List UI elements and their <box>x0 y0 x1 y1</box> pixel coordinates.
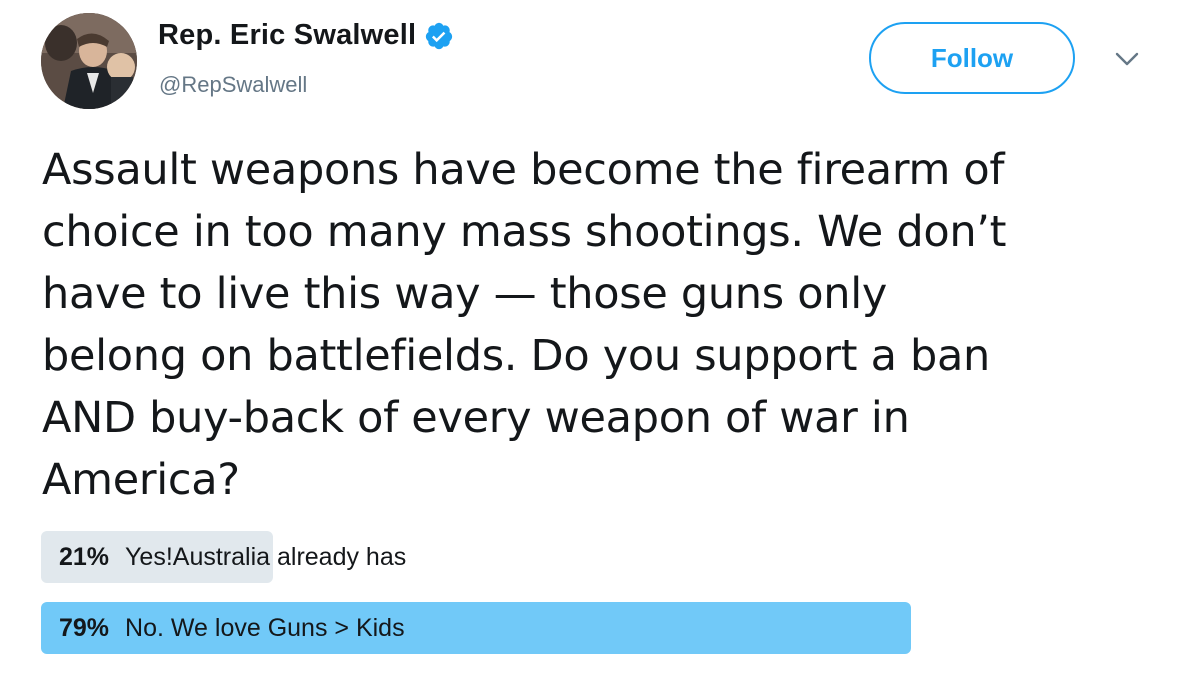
poll-option-text-yes: Yes!Australia already has <box>125 542 407 571</box>
display-name[interactable]: Rep. Eric Swalwell <box>158 19 416 52</box>
author-handle[interactable]: @RepSwalwell <box>159 72 307 98</box>
tweet-card: Rep. Eric Swalwell @RepSwalwell Follow A… <box>0 0 1200 675</box>
poll-choice-yes[interactable]: 21% Yes!Australia already has <box>41 531 911 583</box>
chevron-down-icon[interactable] <box>1112 48 1142 70</box>
follow-button[interactable]: Follow <box>869 22 1075 94</box>
author-name-row[interactable]: Rep. Eric Swalwell <box>158 19 454 52</box>
poll-label-no: 79% No. We love Guns > Kids <box>59 602 405 654</box>
poll-percent-yes: 21% <box>59 542 110 571</box>
tweet-text: Assault weapons have become the firearm … <box>42 145 1007 505</box>
poll-option-text-no: No. We love Guns > Kids <box>125 613 405 642</box>
verified-badge-icon <box>424 21 454 51</box>
poll-label-yes: 21% Yes!Australia already has <box>59 531 406 583</box>
avatar-photo <box>41 13 137 109</box>
poll-choice-no[interactable]: 79% No. We love Guns > Kids <box>41 602 911 654</box>
avatar[interactable] <box>41 13 137 109</box>
poll-percent-no: 79% <box>59 613 110 642</box>
